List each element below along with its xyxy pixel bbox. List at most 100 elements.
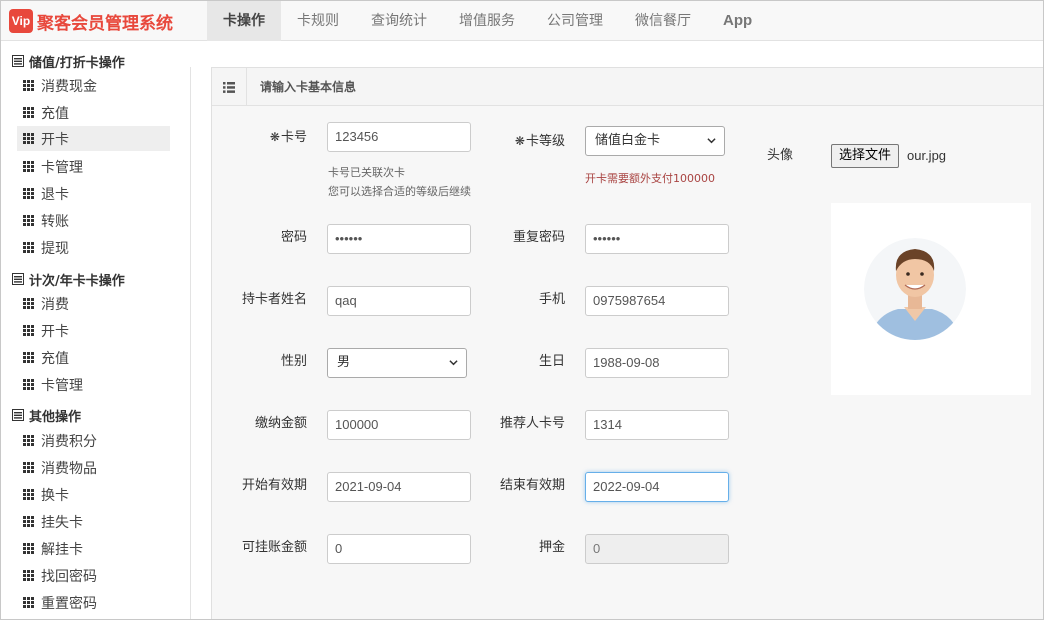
grid-icon [23,543,34,554]
payment-input[interactable]: 100000 [327,410,471,440]
sidebar-item-withdraw[interactable]: 提现 [17,235,170,260]
sidebar-item-consume-points[interactable]: 消费积分 [17,428,170,453]
sidebar-group-count-card: 计次/年卡卡操作 [12,268,125,290]
choose-file-button[interactable]: 选择文件 [831,144,900,168]
vip-logo-icon: Vip [9,9,33,33]
sidebar-item-label: 重置密码 [41,595,97,612]
sidebar-item-recharge-count[interactable]: 充值 [17,345,170,370]
file-name: our.jpg [907,148,947,163]
card-level-select[interactable]: 储值白金卡 [585,126,725,156]
required-mark: ❋ [269,130,280,144]
sidebar-item-consume-cash[interactable]: 消费现金 [17,73,170,98]
holder-name-input[interactable]: qaq [327,286,471,316]
grid-icon [23,379,34,390]
gender-value: 男 [337,355,351,370]
sidebar-item-label: 解挂卡 [41,541,83,558]
sidebar-divider [190,67,191,619]
nav-card-operations[interactable]: 卡操作 [207,1,281,41]
main-nav: 卡操作 卡规则 查询统计 增值服务 公司管理 微信餐厅 App [207,1,768,41]
app-title: 聚客会员管理系统 [37,13,173,34]
password-label: 密码 [280,230,307,245]
credit-input[interactable]: 0 [327,534,471,564]
nav-query-stats[interactable]: 查询统计 [355,1,443,41]
credit-label: 可挂账金额 [241,540,307,555]
sidebar-item-consume-goods[interactable]: 消费物品 [17,455,170,480]
sidebar-item-label: 卡管理 [41,377,83,394]
grid-icon [23,462,34,473]
grid-icon [23,161,34,172]
referrer-input[interactable]: 1314 [585,410,729,440]
sidebar: 储值/打折卡操作 消费现金 充值 开卡 卡管理 退卡 转账 提现 计次/年卡卡操… [1,42,191,619]
referrer-label: 推荐人卡号 [499,416,565,431]
app-window: Vip 聚客会员管理系统 卡操作 卡规则 查询统计 增值服务 公司管理 微信餐厅… [0,0,1044,620]
sidebar-item-transfer[interactable]: 转账 [17,208,170,233]
sidebar-item-consume[interactable]: 消费 [17,291,170,316]
nav-card-rules[interactable]: 卡规则 [281,1,355,41]
sidebar-item-report-lost[interactable]: 挂失卡 [17,509,170,534]
grid-icon [23,325,34,336]
app-logo[interactable]: Vip 聚客会员管理系统 [9,8,173,34]
grid-icon [23,435,34,446]
sidebar-item-label: 充值 [41,350,69,367]
sidebar-item-label: 充值 [41,105,69,122]
start-date-label: 开始有效期 [241,478,307,493]
sidebar-item-label: 退卡 [41,186,69,203]
gender-label: 性别 [280,354,307,369]
grid-icon [23,107,34,118]
end-date-input[interactable]: 2022-09-04 [585,472,729,502]
grid-icon [23,215,34,226]
grid-icon [23,352,34,363]
password-input[interactable]: •••••• [327,224,471,254]
panel-header: 请输入卡基本信息 [212,68,1043,106]
sidebar-item-unlock-card[interactable]: 解挂卡 [17,536,170,561]
sidebar-item-count-card-management[interactable]: 卡管理 [17,372,170,397]
sidebar-item-recharge[interactable]: 充值 [17,100,170,125]
nav-company-management[interactable]: 公司管理 [531,1,619,41]
sidebar-item-card-management[interactable]: 卡管理 [17,154,170,179]
sidebar-item-reset-password[interactable]: 重置密码 [17,590,170,615]
repeat-password-input[interactable]: •••••• [585,224,729,254]
chevron-down-icon [449,360,458,366]
start-date-input[interactable]: 2021-09-04 [327,472,471,502]
card-level-label: ❋卡等级 [514,134,565,149]
sidebar-item-label: 开卡 [41,131,69,148]
birthday-label: 生日 [538,354,565,369]
card-no-input[interactable]: 123456 [327,122,471,152]
list-icon [12,273,24,285]
sidebar-item-label: 转账 [41,213,69,230]
required-mark: ❋ [514,134,525,148]
sidebar-group-title: 其他操作 [29,409,82,425]
sidebar-item-open-card[interactable]: 开卡 [17,126,170,151]
sidebar-item-label: 消费现金 [41,78,97,95]
top-navbar: Vip 聚客会员管理系统 卡操作 卡规则 查询统计 增值服务 公司管理 微信餐厅… [1,1,1043,41]
sidebar-group-other: 其他操作 [12,404,81,426]
nav-app[interactable]: App [707,1,768,41]
sidebar-item-label: 开卡 [41,323,69,340]
phone-input[interactable]: 0975987654 [585,286,729,316]
nav-wechat-restaurant[interactable]: 微信餐厅 [619,1,707,41]
grid-icon [23,489,34,500]
deposit-input: 0 [585,534,729,564]
sidebar-item-return-card[interactable]: 退卡 [17,181,170,206]
grid-icon [23,516,34,527]
sidebar-item-label: 消费 [41,296,69,313]
list-icon [12,55,24,67]
card-no-hint-2: 您可以选择合适的等级后继续 [328,185,471,198]
sidebar-group-title: 计次/年卡卡操作 [29,273,125,289]
grid-icon [23,298,34,309]
card-no-label: ❋卡号 [269,130,307,145]
card-level-value: 储值白金卡 [595,133,661,148]
sidebar-group-title: 储值/打折卡操作 [29,55,125,71]
avatar-photo [864,238,966,340]
repeat-password-label: 重复密码 [512,230,565,245]
deposit-label: 押金 [538,540,565,555]
gender-select[interactable]: 男 [327,348,467,378]
sidebar-item-open-count-card[interactable]: 开卡 [17,318,170,343]
birthday-input[interactable]: 1988-09-08 [585,348,729,378]
nav-value-added[interactable]: 增值服务 [443,1,531,41]
sidebar-item-replace-card[interactable]: 换卡 [17,482,170,507]
sidebar-item-recover-password[interactable]: 找回密码 [17,563,170,588]
grid-icon [23,133,34,144]
list-icon[interactable] [212,68,247,106]
sidebar-item-label: 消费物品 [41,460,97,477]
